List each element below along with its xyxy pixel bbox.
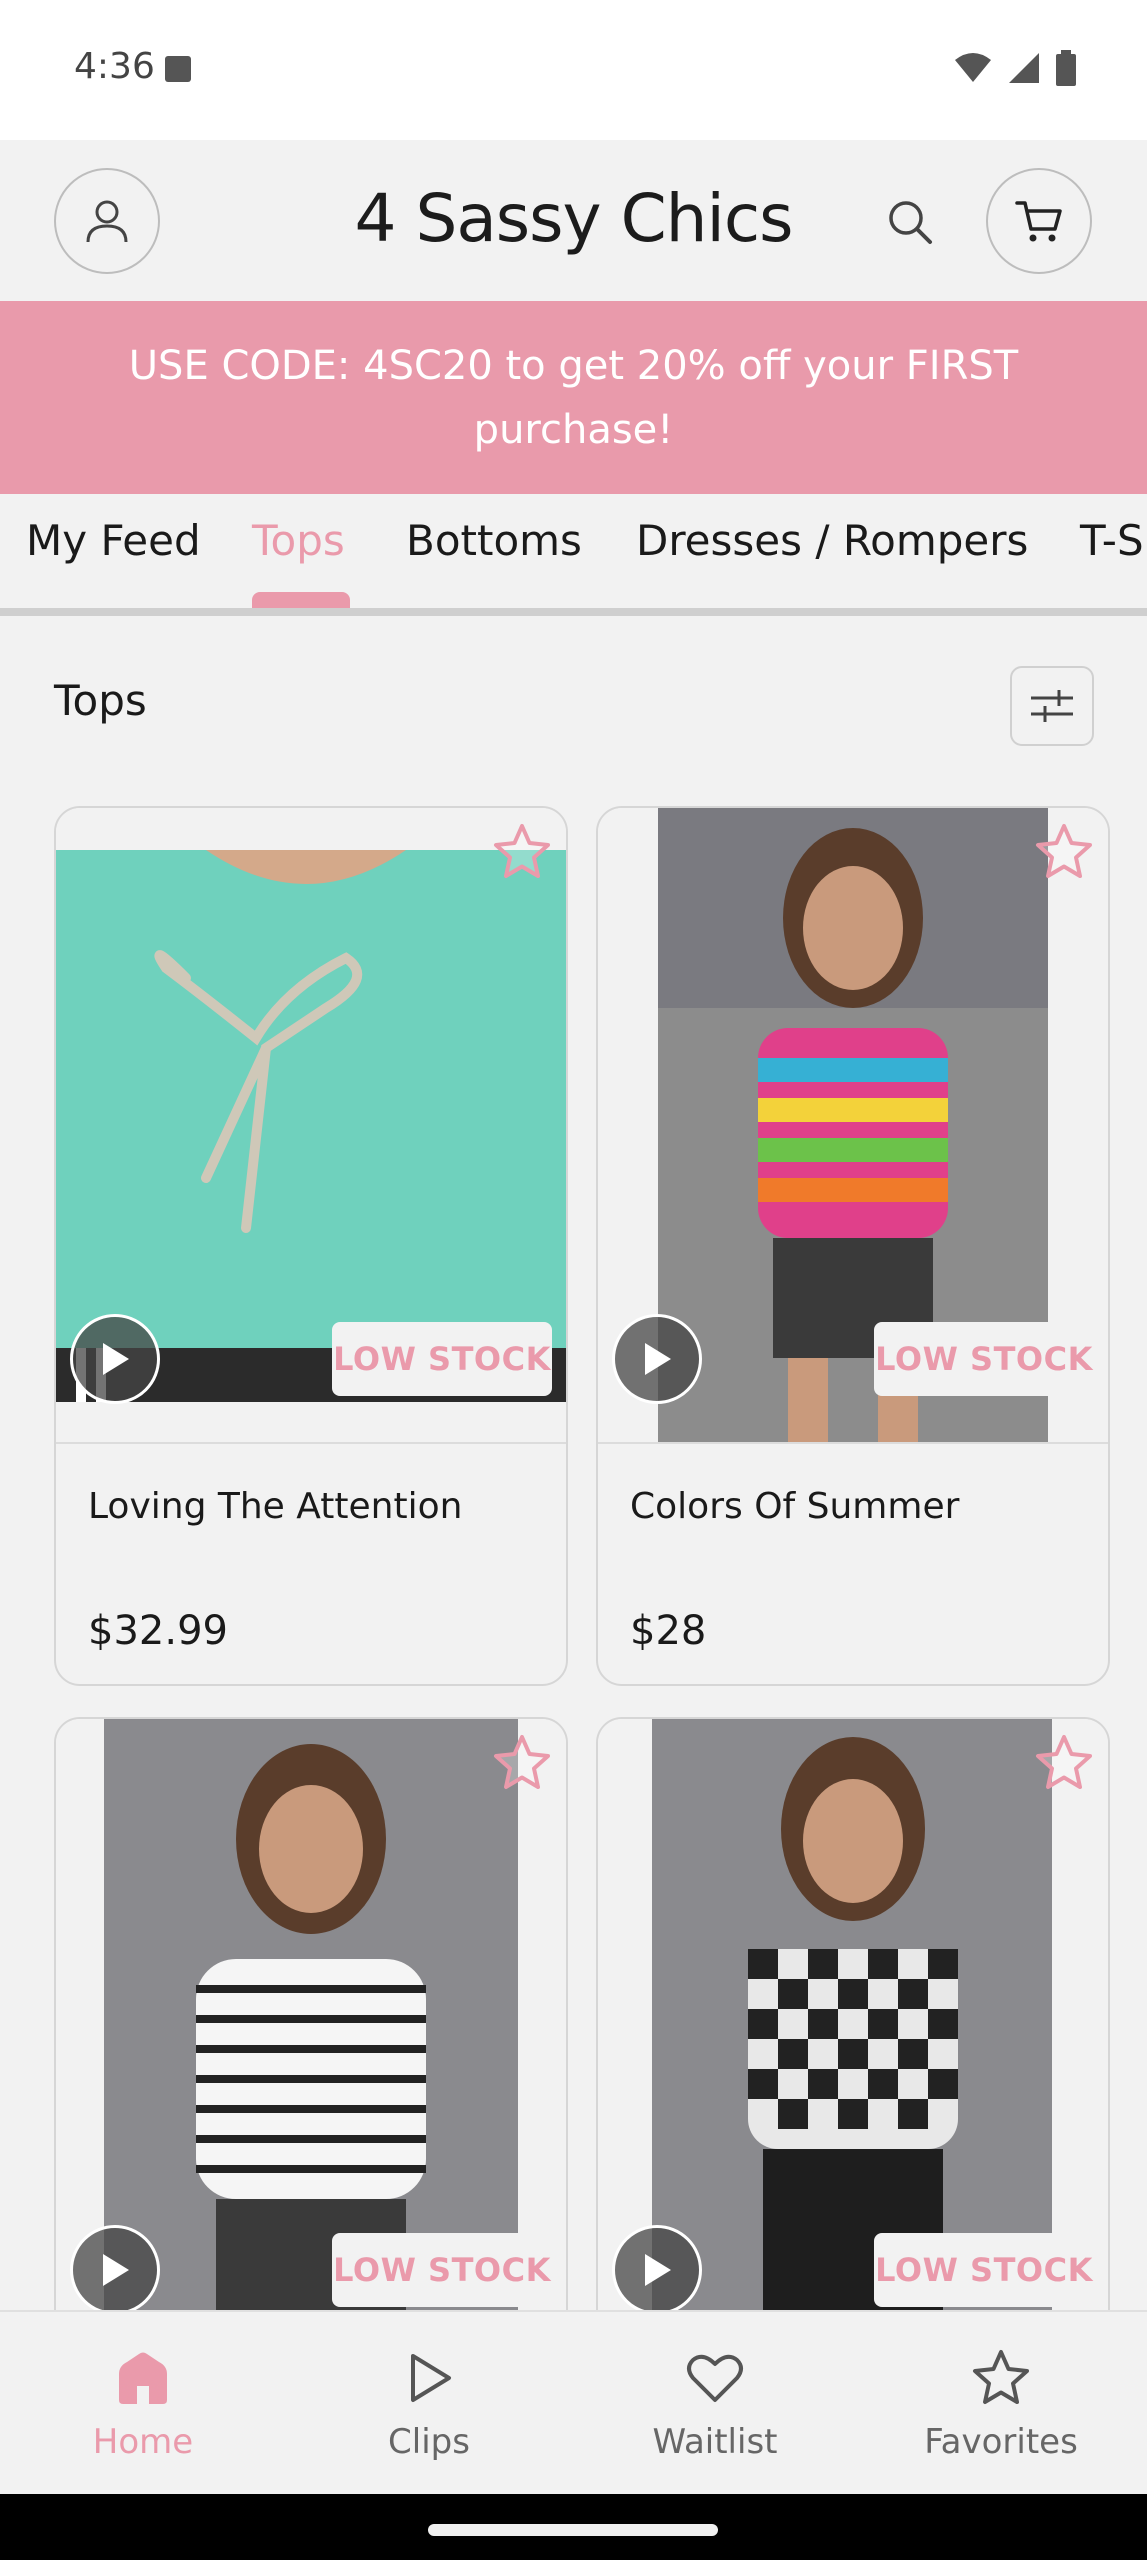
app-header: 4 Sassy Chics (0, 140, 1147, 300)
product-info: Colors Of Summer $28 (598, 1446, 1108, 1684)
low-stock-badge: LOW STOCK (874, 1322, 1094, 1396)
cart-icon (1015, 201, 1062, 242)
favorite-star-icon[interactable] (1034, 822, 1094, 882)
play-video-button[interactable] (70, 2225, 160, 2315)
system-nav-bar (0, 2494, 1147, 2560)
nav-clips[interactable]: Clips (286, 2312, 572, 2496)
promo-text: USE CODE: 4SC20 to get 20% off your FIRS… (128, 342, 1019, 453)
tab-dresses-rompers[interactable]: Dresses / Rompers (636, 516, 1028, 565)
product-card[interactable]: LOW STOCK Colors Of Summer $28 (596, 806, 1110, 1686)
product-image[interactable]: LOW STOCK (598, 808, 1108, 1444)
nav-clips-label: Clips (388, 2422, 470, 2462)
home-gesture-handle[interactable] (428, 2524, 718, 2536)
favorite-star-icon[interactable] (492, 822, 552, 882)
product-image[interactable]: LOW STOCK (56, 808, 566, 1444)
tab-t-shirts[interactable]: T-S (1080, 516, 1144, 565)
play-icon (645, 2254, 671, 2286)
star-icon (973, 2350, 1029, 2404)
product-info: Loving The Attention $32.99 (56, 1446, 566, 1684)
play-icon (645, 1343, 671, 1375)
active-tab-indicator (252, 592, 350, 608)
wifi-icon (955, 53, 991, 82)
tab-my-feed[interactable]: My Feed (26, 516, 201, 565)
play-icon (103, 1343, 129, 1375)
tab-tops[interactable]: Tops (252, 516, 345, 565)
nav-favorites[interactable]: Favorites (858, 2312, 1144, 2496)
product-name: Colors Of Summer (630, 1486, 960, 1527)
nav-waitlist[interactable]: Waitlist (572, 2312, 858, 2496)
play-video-button[interactable] (612, 1314, 702, 1404)
play-video-button[interactable] (612, 2225, 702, 2315)
home-icon (119, 2352, 167, 2404)
heart-icon (687, 2354, 743, 2402)
status-icons (953, 50, 1077, 86)
store-title: 4 Sassy Chics (354, 180, 793, 257)
product-image[interactable]: LOW STOCK (56, 1719, 566, 2355)
filter-button[interactable] (1010, 666, 1094, 746)
nav-home[interactable]: Home (0, 2312, 286, 2496)
notification-icon (165, 56, 191, 82)
search-button[interactable] (880, 192, 940, 252)
product-name: Loving The Attention (88, 1486, 463, 1527)
product-card[interactable]: LOW STOCK Loving The Attention $32.99 (54, 806, 568, 1686)
favorite-star-icon[interactable] (1034, 1733, 1094, 1793)
category-tabs: My Feed Tops Bottoms Dresses / Rompers T… (0, 494, 1147, 610)
nav-waitlist-label: Waitlist (652, 2422, 778, 2462)
bottom-navigation: Home Clips Waitlist Favorites (0, 2310, 1147, 2494)
signal-icon (1009, 53, 1039, 83)
tabs-divider (0, 608, 1147, 616)
nav-home-label: Home (92, 2422, 194, 2462)
play-icon (103, 2254, 129, 2286)
tab-bottoms[interactable]: Bottoms (406, 516, 582, 565)
status-time: 4:36 (74, 46, 155, 87)
product-price: $28 (630, 1608, 707, 1654)
favorite-star-icon[interactable] (492, 1733, 552, 1793)
battery-icon (1056, 50, 1076, 86)
product-price: $32.99 (88, 1608, 228, 1654)
promo-banner[interactable]: USE CODE: 4SC20 to get 20% off your FIRS… (0, 301, 1147, 494)
search-icon (889, 201, 932, 244)
low-stock-badge: LOW STOCK (332, 2233, 552, 2307)
nav-favorites-label: Favorites (924, 2422, 1078, 2462)
low-stock-badge: LOW STOCK (874, 2233, 1094, 2307)
play-icon (411, 2354, 451, 2402)
section-title: Tops (54, 676, 147, 725)
low-stock-badge: LOW STOCK (332, 1322, 552, 1396)
status-bar: 4:36 (0, 0, 1147, 140)
cart-button[interactable] (986, 168, 1092, 274)
play-video-button[interactable] (70, 1314, 160, 1404)
sliders-icon (1031, 690, 1073, 722)
product-image[interactable]: LOW STOCK (598, 1719, 1108, 2355)
